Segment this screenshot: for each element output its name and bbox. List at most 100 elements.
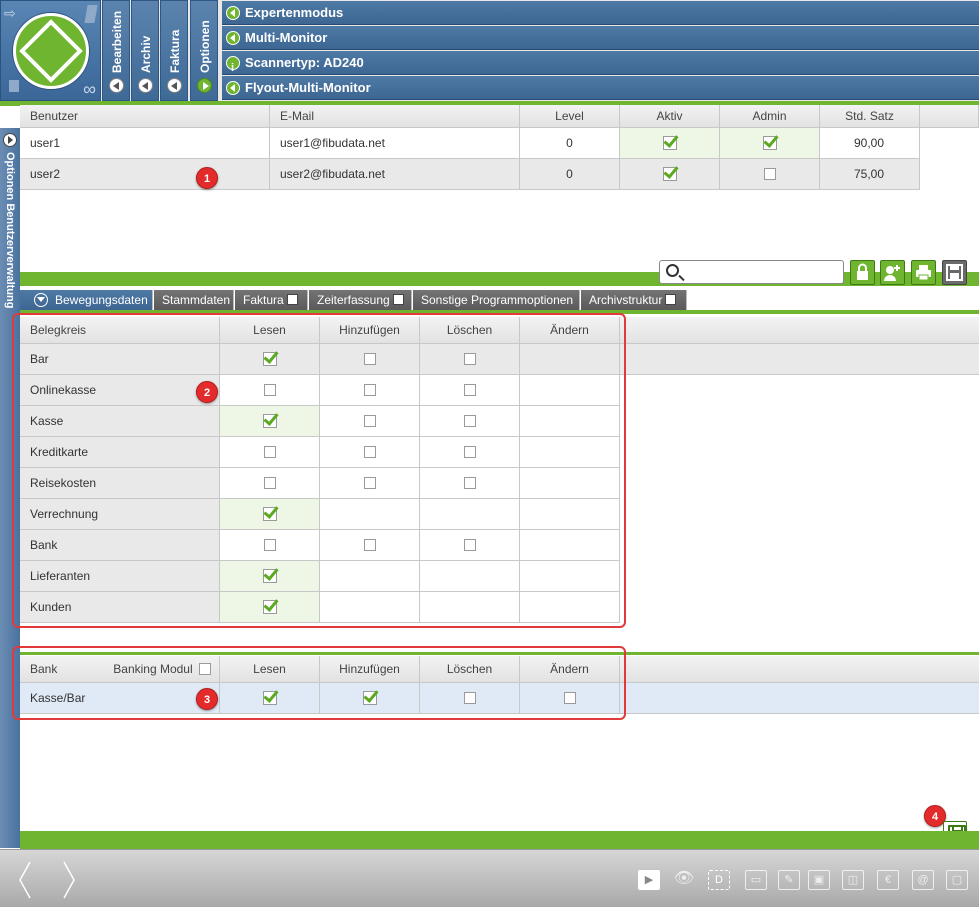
vtab-label: Bearbeiten	[110, 10, 124, 73]
menu-label: Multi-Monitor	[245, 30, 328, 45]
arrow-right-icon[interactable]	[197, 78, 212, 93]
vtab-label: Optionen	[198, 20, 212, 73]
arrow-left-icon	[226, 6, 240, 20]
menu-flyout-multi-monitor[interactable]: Flyout-Multi-Monitor	[222, 76, 979, 100]
tab-label: Zeiterfassung	[317, 293, 390, 307]
vtab-label: Archiv	[139, 35, 153, 73]
aktiv-checkbox[interactable]	[662, 136, 677, 150]
tab-faktura[interactable]: Faktura	[235, 290, 308, 310]
email-icon[interactable]: @	[912, 870, 934, 890]
tab-zeiterfassung[interactable]: Zeiterfassung	[309, 290, 412, 310]
column-header[interactable]: Level	[520, 105, 620, 128]
column-header-empty	[620, 656, 979, 683]
aktiv-cell	[620, 128, 720, 159]
vtab-bearbeiten[interactable]: Bearbeiten	[102, 0, 130, 101]
row-filler	[620, 344, 979, 375]
menu-label: Scannertyp: AD240	[245, 55, 364, 70]
admin-checkbox[interactable]	[763, 168, 776, 180]
tab-sonstige-programmoptionen[interactable]: Sonstige Programmoptionen	[413, 290, 580, 310]
tab-bar: Bewegungsdaten Stammdaten Faktura Zeiter…	[20, 290, 979, 310]
footer-bar: ▶ 👁 D ▭ ✎ ▣ ◫ € @ ▢	[0, 849, 979, 907]
printer-icon	[916, 265, 931, 281]
menu-multi-monitor[interactable]: Multi-Monitor	[222, 26, 979, 50]
tab-checkbox[interactable]	[665, 294, 677, 305]
column-header-empty	[620, 317, 979, 344]
menu-label: Expertenmodus	[245, 5, 344, 20]
tab-label: Faktura	[243, 293, 284, 307]
admin-cell	[720, 128, 820, 159]
add-user-button[interactable]	[880, 260, 905, 285]
save-icon	[946, 264, 963, 281]
diamond-logo-icon	[13, 13, 89, 89]
row-filler	[620, 406, 979, 437]
menu-scannertyp[interactable]: Scannertyp: AD240	[222, 51, 979, 80]
column-header[interactable]: Std. Satz	[820, 105, 920, 128]
side-tab-label: Optionen Benutzerverwaltung	[4, 152, 16, 309]
image-icon[interactable]: ▢	[946, 870, 968, 890]
next-arrow-icon[interactable]	[62, 860, 76, 900]
column-header[interactable]: Admin	[720, 105, 820, 128]
previous-arrow-icon[interactable]	[18, 860, 32, 900]
vtab-optionen[interactable]: Optionen	[190, 0, 218, 101]
arrow-right-icon[interactable]	[3, 133, 17, 147]
arrow-left-icon	[226, 31, 240, 45]
info-icon	[226, 56, 240, 80]
eye-icon[interactable]: 👁	[673, 870, 695, 890]
window-icon[interactable]: ▭	[745, 870, 767, 890]
lock-button[interactable]	[850, 260, 875, 285]
tab-checkbox[interactable]	[392, 294, 404, 305]
row-filler	[620, 437, 979, 468]
arrow-left-icon[interactable]	[109, 78, 124, 93]
vtab-archiv[interactable]: Archiv	[131, 0, 159, 101]
row-filler	[620, 530, 979, 561]
user-email: user2@fibudata.net	[270, 159, 520, 190]
table-row[interactable]: user1 user1@fibudata.net 0 90,00	[20, 128, 920, 159]
save-button[interactable]	[942, 260, 967, 285]
user-name: user2	[20, 159, 270, 190]
euro-icon[interactable]: €	[877, 870, 899, 890]
app-logo[interactable]: ⇨ ∞	[0, 0, 101, 101]
admin-cell	[720, 159, 820, 190]
tab-archivstruktur[interactable]: Archivstruktur	[581, 290, 687, 310]
search-input[interactable]	[686, 263, 836, 281]
tab-bewegungsdaten[interactable]: Bewegungsdaten	[20, 290, 153, 310]
user-email: user1@fibudata.net	[270, 128, 520, 159]
edit-document-icon[interactable]: ✎	[778, 870, 800, 890]
tab-stammdaten[interactable]: Stammdaten	[154, 290, 234, 310]
document-highlight-icon[interactable]: D	[708, 870, 730, 890]
add-user-icon	[884, 265, 900, 281]
print-button[interactable]	[911, 260, 936, 285]
marker-badge: 2	[196, 381, 218, 403]
app-header: ⇨ ∞ Bearbeiten Archiv Faktura Optionen E…	[0, 0, 979, 103]
column-header[interactable]: Benutzer	[20, 105, 270, 128]
aktiv-cell	[620, 159, 720, 190]
marker-badge: 1	[196, 167, 218, 189]
menu-label: Flyout-Multi-Monitor	[245, 80, 371, 95]
user-rate: 75,00	[820, 159, 920, 190]
disk-icon[interactable]: ▣	[808, 870, 830, 890]
photo-icon[interactable]: ◫	[842, 870, 864, 890]
row-filler	[620, 375, 979, 406]
tab-checkbox[interactable]	[286, 294, 298, 305]
search-field[interactable]	[659, 260, 844, 284]
menu-expertenmodus[interactable]: Expertenmodus	[222, 1, 979, 25]
vtab-faktura[interactable]: Faktura	[160, 0, 188, 101]
column-header[interactable]: Aktiv	[620, 105, 720, 128]
table-row[interactable]: user2 user2@fibudata.net 0 75,00	[20, 159, 920, 190]
tab-label: Stammdaten	[162, 293, 231, 307]
tab-label: Sonstige Programmoptionen	[421, 293, 574, 307]
tab-label: Archivstruktur	[589, 293, 663, 307]
highlight-box	[12, 646, 626, 720]
youtube-icon[interactable]: ▶	[638, 870, 660, 890]
arrow-left-icon[interactable]	[138, 78, 153, 93]
aktiv-checkbox[interactable]	[662, 167, 677, 181]
admin-checkbox[interactable]	[762, 136, 777, 150]
column-header[interactable]: E-Mail	[270, 105, 520, 128]
marker-badge: 3	[196, 688, 218, 710]
chevron-down-icon	[34, 293, 48, 307]
user-name: user1	[20, 128, 270, 159]
arrow-left-icon[interactable]	[167, 78, 182, 93]
document-icon	[9, 80, 19, 92]
vtab-label: Faktura	[168, 29, 182, 73]
lock-icon	[857, 263, 868, 280]
